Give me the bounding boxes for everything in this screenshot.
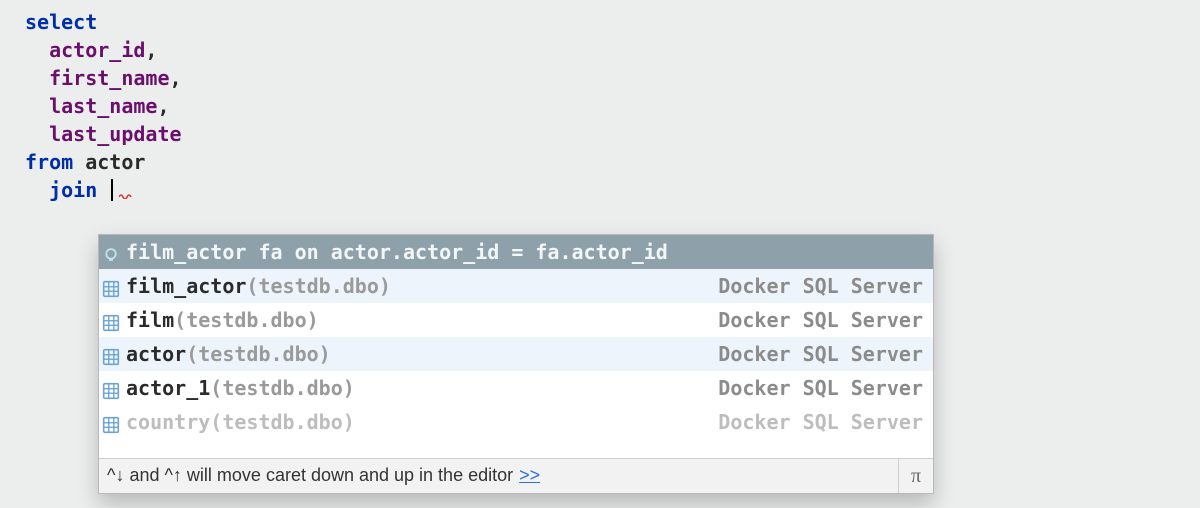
completion-item[interactable]: country (testdb.dbo) Docker SQL Server [99,405,933,439]
sql-editor[interactable]: select actor_id, first_name, last_name, … [25,8,182,204]
completion-item-source: Docker SQL Server [718,272,933,300]
hint-more-link[interactable]: >> [519,463,540,488]
from-table: actor [85,150,145,174]
column-first-name: first_name [49,66,169,90]
bulb-icon [102,243,120,261]
table-icon [102,413,120,431]
completion-item-context: (testdb.dbo) [174,306,319,334]
error-squiggle-icon [119,193,133,199]
completion-item-source: Docker SQL Server [718,340,933,368]
completion-item[interactable]: actor (testdb.dbo) Docker SQL Server [99,337,933,371]
completion-item-context: (testdb.dbo) [186,340,331,368]
completion-item[interactable]: film (testdb.dbo) Docker SQL Server [99,303,933,337]
completion-list[interactable]: film_actor fa on actor.actor_id = fa.act… [99,235,933,453]
completion-item-text: film_actor fa on actor.actor_id = fa.act… [126,238,668,266]
completion-hint-bar: ^↓ and ^↑ will move caret down and up in… [99,458,933,493]
table-icon [102,345,120,363]
completion-item-context: (testdb.dbo) [246,272,391,300]
keyword-select: select [25,10,97,34]
pi-icon[interactable]: π [898,459,933,493]
keyword-from: from [25,150,73,174]
text-caret [111,179,113,201]
completion-item[interactable]: film_actor fa on actor.actor_id = fa.act… [99,235,933,269]
table-icon [102,379,120,397]
completion-popup[interactable]: film_actor fa on actor.actor_id = fa.act… [98,234,934,494]
completion-item-source: Docker SQL Server [718,306,933,334]
column-last-update: last_update [49,122,181,146]
completion-item-source: Docker SQL Server [718,408,933,436]
table-icon [102,311,120,329]
completion-item-text: film [126,306,174,334]
completion-item-text: film_actor [126,272,246,300]
completion-item-context: (testdb.dbo) [210,374,355,402]
completion-item-text: country [126,408,210,436]
completion-item-text: actor [126,340,186,368]
hint-text: ^↓ and ^↑ will move caret down and up in… [99,463,513,488]
completion-item-context: (testdb.dbo) [210,408,355,436]
completion-item-source: Docker SQL Server [718,374,933,402]
column-last-name: last_name [49,94,157,118]
completion-item-text: actor_1 [126,374,210,402]
keyword-join: join [49,178,97,202]
completion-item[interactable]: actor_1 (testdb.dbo) Docker SQL Server [99,371,933,405]
table-icon [102,277,120,295]
column-actor-id: actor_id [49,38,145,62]
completion-item[interactable]: film_actor (testdb.dbo) Docker SQL Server [99,269,933,303]
